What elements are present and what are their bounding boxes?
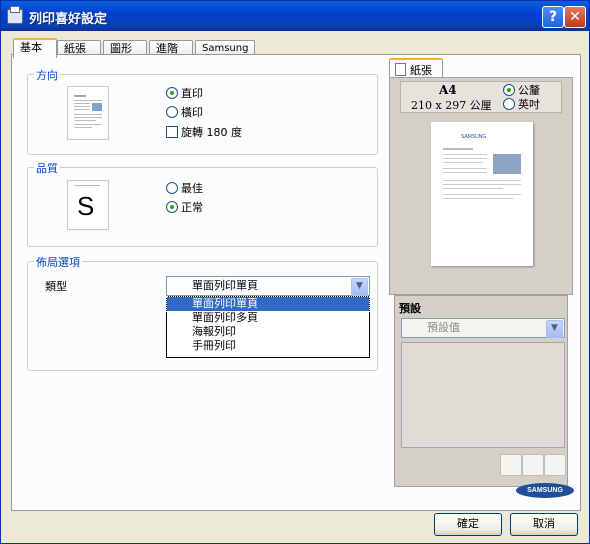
portrait-preview-thumb [67,86,109,140]
save-preset-icon[interactable] [522,454,544,476]
presets-value: 預設值 [427,321,460,334]
unit-inch-label: 英吋 [518,98,540,111]
chevron-down-icon[interactable]: ▼ [546,320,563,338]
orientation-title: 方向 [34,67,60,83]
layout-type-value: 單面列印單頁 [192,279,258,292]
orientation-portrait-radio[interactable]: 直印 [166,86,203,101]
radio-unselected-icon [166,182,178,194]
orientation-portrait-label: 直印 [181,87,203,100]
new-preset-icon[interactable] [500,454,522,476]
quality-normal-label: 正常 [181,201,203,214]
help-button[interactable]: ? [542,6,564,28]
chevron-down-icon[interactable]: ▼ [351,278,368,296]
close-button[interactable]: ✕ [564,6,586,28]
preview-tab-paper[interactable]: 紙張 [389,58,443,78]
unit-mm-label: 公釐 [518,84,540,97]
quality-thumb-lines-icon [74,185,100,186]
samsung-logo: SAMSUNG [516,483,574,498]
page-preview-content-icon: SAMSUNG [443,134,521,199]
paper-size: 210 x 297 公厘 [411,99,492,112]
radio-unselected-icon [166,106,178,118]
printer-icon [7,6,23,24]
unit-mm-radio[interactable]: 公釐 [503,83,540,98]
paper-preview-panel: A4 210 x 297 公厘 公釐 英吋 SAMSUNG [389,77,573,295]
radio-selected-icon [166,87,178,99]
quality-sample-letter: S [77,191,95,221]
presets-panel: 預設 預設值 ▼ [394,295,568,487]
layout-options-title: 佈局選項 [34,254,82,270]
window-title: 列印喜好設定 [29,12,108,27]
ok-button[interactable]: 確定 [434,513,502,536]
layout-type-dropdown[interactable]: 單面列印單頁 ▼ [166,276,370,296]
layout-option-booklet[interactable]: 手冊列印 [167,339,369,353]
radio-unselected-icon [503,98,515,110]
title-bar[interactable]: 列印喜好設定 ? ✕ [1,1,589,31]
page-preview: SAMSUNG [431,122,533,266]
preview-tab-label: 紙張 [410,64,432,77]
tab-panel-basic: 方向 直印 橫印 旋轉 180 度 品質 S 最佳 正常 佈局選項 類型 單面列… [11,54,581,511]
radio-selected-icon [166,201,178,213]
delete-preset-icon[interactable] [544,454,566,476]
layout-type-label: 類型 [45,280,67,293]
quality-preview-thumb: S [67,180,109,230]
layout-option-poster[interactable]: 海報列印 [167,325,369,339]
layout-type-options-list[interactable]: 單面列印單頁 單面列印多頁 海報列印 手冊列印 [166,296,370,358]
orientation-landscape-label: 橫印 [181,106,203,119]
quality-title: 品質 [34,160,60,176]
quality-best-radio[interactable]: 最佳 [166,181,203,196]
paper-name: A4 [439,83,457,97]
presets-list[interactable] [401,342,565,448]
portrait-page-icon [74,95,102,128]
rotate-180-checkbox[interactable]: 旋轉 180 度 [166,125,242,140]
layout-option-single-page[interactable]: 單面列印單頁 [166,296,370,312]
orientation-landscape-radio[interactable]: 橫印 [166,105,203,120]
presets-dropdown[interactable]: 預設值 ▼ [401,318,565,338]
unit-inch-radio[interactable]: 英吋 [503,97,540,112]
orientation-group: 方向 直印 橫印 旋轉 180 度 [27,67,378,155]
page-icon [395,63,406,76]
thumb-brand: SAMSUNG [461,134,486,140]
quality-normal-radio[interactable]: 正常 [166,200,203,215]
print-preferences-window: 列印喜好設定 ? ✕ 基本 紙張 圖形 進階 Samsung 方向 直印 橫印 … [0,0,590,544]
quality-best-label: 最佳 [181,182,203,195]
cancel-button[interactable]: 取消 [510,513,578,536]
layout-options-group: 佈局選項 類型 單面列印單頁 ▼ 單面列印單頁 單面列印多頁 海報列印 手冊列印 [27,254,378,371]
radio-selected-icon [503,84,515,96]
quality-group: 品質 S 最佳 正常 [27,160,378,247]
tab-basic[interactable]: 基本 [13,38,57,58]
paper-info-box: A4 210 x 297 公厘 公釐 英吋 [400,81,562,113]
presets-title: 預設 [399,302,421,315]
layout-option-multiple-pages[interactable]: 單面列印多頁 [167,311,369,325]
checkbox-unchecked-icon [166,126,178,138]
rotate-180-label: 旋轉 180 度 [181,126,242,139]
